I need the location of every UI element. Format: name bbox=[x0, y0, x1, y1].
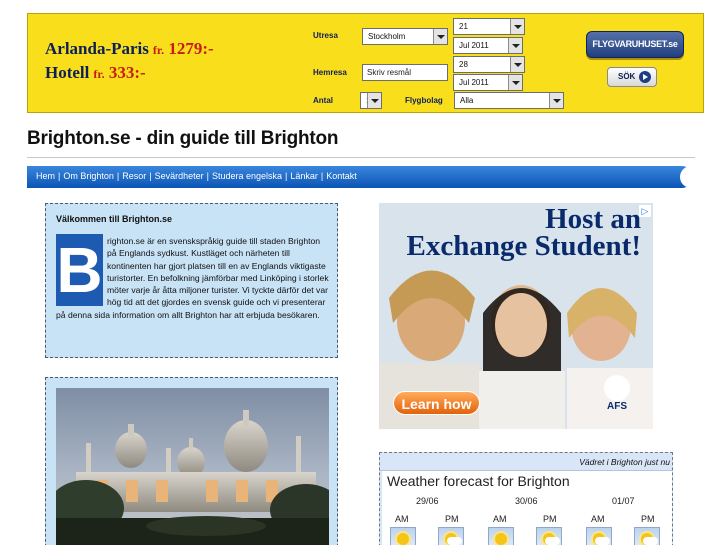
weather-period: PM bbox=[641, 514, 655, 524]
airline-select[interactable]: Alla bbox=[454, 92, 564, 109]
nav-item-resor[interactable]: Resor bbox=[122, 171, 146, 181]
chevron-down-icon bbox=[367, 93, 381, 108]
weather-header: Vädret i Brighton just nu bbox=[380, 453, 672, 471]
pavilion-illustration bbox=[56, 388, 329, 545]
promo-hotel-label: Hotell bbox=[45, 63, 90, 82]
cloudy-icon bbox=[536, 527, 562, 545]
return-month-select[interactable]: Jul 2011 bbox=[453, 74, 523, 91]
afs-logo-text: AFS bbox=[607, 401, 627, 412]
cloudy-icon bbox=[438, 527, 464, 545]
nav-item-om-brighton[interactable]: Om Brighton bbox=[63, 171, 114, 181]
search-button[interactable]: SÖK bbox=[607, 67, 657, 87]
afs-logo: AFS bbox=[595, 375, 639, 419]
return-day-select[interactable]: 28 bbox=[453, 56, 525, 73]
nav-menu: Hem | Om Brighton | Resor | Sevärdheter | Studer… bbox=[36, 171, 357, 181]
chevron-down-icon bbox=[510, 19, 524, 34]
promo-hotel-fr: fr. bbox=[93, 67, 105, 81]
photo-box bbox=[45, 377, 338, 545]
ad-headline-2: Exchange Student! bbox=[406, 230, 641, 262]
nav-separator: | bbox=[149, 171, 152, 181]
weather-date: 01/07 bbox=[612, 496, 635, 506]
learn-how-button[interactable]: Learn how bbox=[393, 391, 480, 415]
out-month-select[interactable]: Jul 2011 bbox=[453, 37, 523, 54]
promo-hotel[interactable]: Hotell fr. 333:- bbox=[45, 63, 146, 83]
chevron-down-icon bbox=[508, 38, 522, 53]
search-button-label: SÖK bbox=[618, 72, 636, 81]
chevron-down-icon bbox=[549, 93, 563, 108]
chevron-down-icon bbox=[433, 29, 447, 44]
promo-flight[interactable]: Arlanda-Paris fr. 1279:- bbox=[45, 39, 214, 59]
promo-flight-fr: fr. bbox=[152, 43, 165, 57]
hemresa-label: Hemresa bbox=[313, 68, 347, 77]
weather-period: AM bbox=[395, 514, 409, 524]
weather-widget: Vädret i Brighton just nu Weather foreca… bbox=[379, 452, 673, 545]
out-day-select[interactable]: 21 bbox=[453, 18, 525, 35]
weather-period: PM bbox=[445, 514, 459, 524]
destination-input[interactable]: Skriv resmål bbox=[362, 64, 448, 81]
nav-bar: Hem | Om Brighton | Resor | Sevärdheter | Studer… bbox=[27, 166, 693, 188]
out-day-value: 21 bbox=[459, 22, 468, 31]
cloudy-icon bbox=[634, 527, 660, 545]
chevron-down-icon bbox=[508, 75, 522, 90]
utresa-label: Utresa bbox=[313, 31, 338, 40]
nav-separator: | bbox=[320, 171, 324, 181]
weather-period: PM bbox=[543, 514, 557, 524]
page-title: Brighton.se - din guide till Brighton bbox=[27, 128, 339, 149]
promo-flight-price: 1279:- bbox=[168, 39, 214, 58]
weather-title: Weather forecast for Brighton bbox=[387, 473, 570, 489]
return-day-value: 28 bbox=[459, 60, 468, 69]
page-root: Arlanda-Paris fr. 1279:- Hotell fr. 333:- … bbox=[0, 0, 727, 545]
nav-separator: | bbox=[206, 171, 209, 181]
flygvaruhuset-logo[interactable]: FLYGVARUHUSET.se bbox=[586, 31, 684, 58]
from-city-value: Stockholm bbox=[368, 32, 406, 41]
welcome-heading: Välkommen till Brighton.se bbox=[56, 214, 173, 224]
weather-period: AM bbox=[591, 514, 605, 524]
airline-value: Alla bbox=[460, 96, 474, 105]
from-city-select[interactable]: Stockholm bbox=[362, 28, 448, 45]
nav-item-hem[interactable]: Hem bbox=[36, 171, 55, 181]
promo-flight-route: Arlanda-Paris bbox=[45, 39, 149, 58]
nav-item-studera-engelska[interactable]: Studera engelska bbox=[212, 171, 282, 181]
nav-separator: | bbox=[116, 171, 120, 181]
weather-period: AM bbox=[493, 514, 507, 524]
weather-date: 30/06 bbox=[515, 496, 538, 506]
ad-banner[interactable]: ▷ Host an Exchange Student! Learn how AF… bbox=[379, 203, 653, 429]
passengers-select[interactable]: 1 bbox=[360, 92, 382, 109]
weather-panel: Weather forecast for Brighton 29/06 30/0… bbox=[382, 471, 672, 545]
play-arrow-icon bbox=[639, 71, 651, 83]
flight-banner[interactable]: Arlanda-Paris fr. 1279:- Hotell fr. 333:- … bbox=[27, 13, 704, 113]
antal-label: Antal bbox=[313, 96, 333, 105]
afs-logo-icon bbox=[604, 375, 630, 401]
return-month-value: Jul 2011 bbox=[459, 78, 489, 87]
nav-item-sevardheter[interactable]: Sevärdheter bbox=[155, 171, 204, 181]
sun-icon bbox=[488, 527, 514, 545]
cloudy-icon bbox=[586, 527, 612, 545]
welcome-text-wrap: righton.se är en svenskspråkig guide til… bbox=[56, 235, 331, 321]
sun-icon bbox=[390, 527, 416, 545]
airline-label: Flygbolag bbox=[405, 96, 443, 105]
nav-bar-end-cap bbox=[680, 166, 695, 188]
welcome-box: Välkommen till Brighton.se B righton.se … bbox=[45, 203, 338, 358]
promo-hotel-price: 333:- bbox=[108, 63, 146, 82]
nav-item-lankar[interactable]: Länkar bbox=[290, 171, 318, 181]
nav-item-kontakt[interactable]: Kontakt bbox=[326, 171, 357, 181]
divider bbox=[27, 157, 695, 158]
chevron-down-icon bbox=[510, 57, 524, 72]
out-month-value: Jul 2011 bbox=[459, 41, 489, 50]
royal-pavilion-photo bbox=[56, 388, 329, 545]
weather-date: 29/06 bbox=[416, 496, 439, 506]
